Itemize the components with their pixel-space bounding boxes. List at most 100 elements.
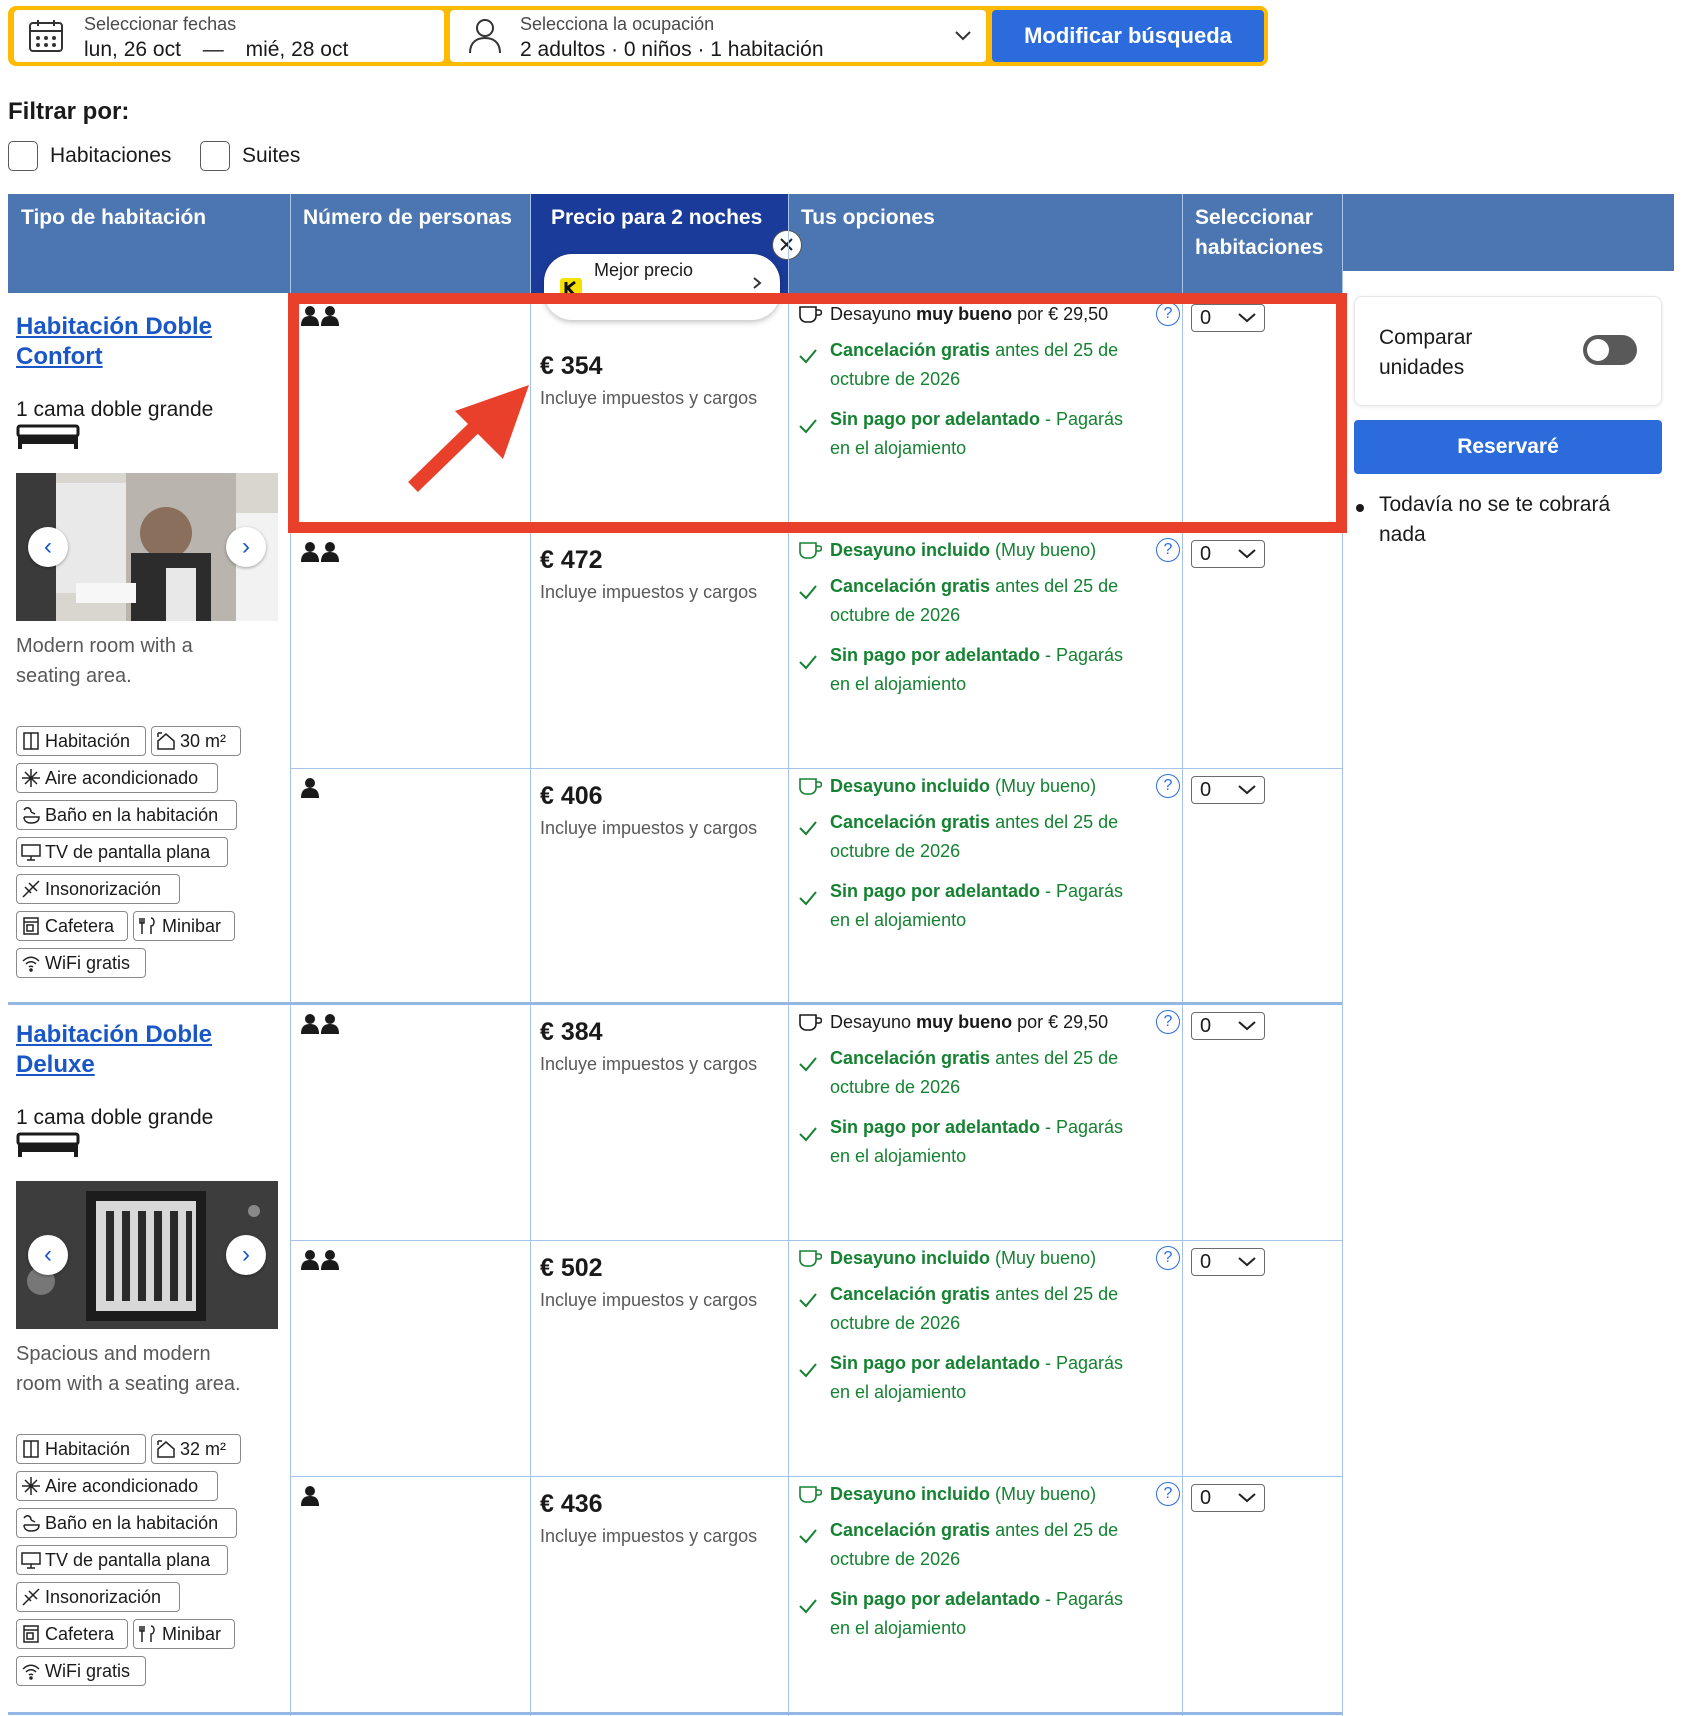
chevron-left-icon[interactable]: ‹ <box>28 1235 68 1275</box>
filter-label-suites: Suites <box>242 144 301 167</box>
room-quantity-select[interactable]: 0 <box>1191 1248 1265 1276</box>
facility-free-wifi: WiFi gratis <box>16 948 146 978</box>
no-prepayment: Sin pago por adelantado - Pagarás en el a… <box>830 641 1123 699</box>
room-name-line-1[interactable]: Habitación Doble <box>16 1020 212 1050</box>
help-icon[interactable]: ? <box>1156 774 1180 798</box>
room-quantity-select[interactable]: 0 <box>1191 1484 1265 1512</box>
select-value: 0 <box>1200 1015 1212 1037</box>
compare-units-label: Comparar unidades <box>1379 323 1472 383</box>
breakfast-included: Desayuno incluido <box>830 540 991 560</box>
chevron-left-icon[interactable]: ‹ <box>28 527 68 567</box>
breakfast-included: Desayuno incluido <box>830 1248 991 1268</box>
double-bed-icon <box>16 424 80 450</box>
note-line-1: Todavía no se te cobrará <box>1379 493 1611 516</box>
room-photo[interactable]: ‹ › <box>16 473 278 621</box>
room-name-line-2[interactable]: Confort <box>16 342 212 372</box>
nopay-bold: Sin pago por adelantado <box>830 1589 1041 1609</box>
cancel-line-2: octubre de 2026 <box>830 605 961 625</box>
person-icon <box>321 1250 339 1270</box>
chevron-right-icon[interactable]: › <box>226 527 266 567</box>
chevron-down-icon <box>1238 1493 1256 1503</box>
header-persons: Número de personas <box>303 206 512 229</box>
minibar-icon <box>138 1624 162 1644</box>
help-icon[interactable]: ? <box>1156 538 1180 562</box>
facility-soundproofing: Insonorización <box>16 874 180 904</box>
facility-minibar: Minibar <box>133 1619 235 1649</box>
no-prepayment: Sin pago por adelantado - Pagarás en el a… <box>830 877 1123 935</box>
breakfast-quality: (Muy bueno) <box>990 776 1097 796</box>
modify-search-button[interactable]: Modificar búsqueda <box>992 10 1264 62</box>
occupancy-selector[interactable]: Selecciona la ocupación 2 adultos · 0 ni… <box>450 10 986 62</box>
person-icon <box>301 778 319 798</box>
date-selector[interactable]: Seleccionar fechas lun, 26 oct — mié, 28… <box>14 10 444 62</box>
one-person-icon <box>301 1486 319 1506</box>
chevron-down-icon <box>1238 1257 1256 1267</box>
no-prepayment: Sin pago por adelantado - Pagarás en el a… <box>830 1349 1123 1407</box>
chevron-down-icon <box>1238 785 1256 795</box>
facility-label: Insonorización <box>45 1586 162 1607</box>
header-room-type: Tipo de habitación <box>21 206 207 229</box>
compare-toggle[interactable] <box>1583 335 1637 365</box>
room-group-divider <box>8 1712 1342 1715</box>
select-value: 0 <box>1200 1487 1212 1509</box>
breakfast-quality: (Muy bueno) <box>990 540 1097 560</box>
coffee-machine-icon <box>21 916 45 936</box>
facility-label: Baño en la habitación <box>45 804 219 825</box>
room-photo[interactable]: ‹ › <box>16 1181 278 1329</box>
soundproofing-icon <box>21 1587 45 1607</box>
price: € 436 <box>540 1490 603 1518</box>
row-divider <box>290 768 1342 769</box>
free-cancellation: Cancelación gratis antes del 25 de octubr… <box>830 1280 1118 1338</box>
breakfast-quality: muy bueno <box>916 1012 1013 1032</box>
help-icon[interactable]: ? <box>1156 1482 1180 1506</box>
nopay-rest: - Pagarás <box>1040 881 1124 901</box>
room-name-line-2[interactable]: Deluxe <box>16 1050 212 1080</box>
compare-line-2: unidades <box>1379 356 1465 379</box>
red-arrow-icon <box>405 385 535 495</box>
cancel-line-2: octubre de 2026 <box>830 841 961 861</box>
compare-line-1: Comparar <box>1379 326 1473 349</box>
chevron-right-icon[interactable]: › <box>226 1235 266 1275</box>
nopay-line-1: Sin pago por adelantado - Pagarás <box>830 641 1123 670</box>
header-options: Tus opciones <box>801 206 935 229</box>
checkbox-rooms[interactable] <box>8 141 38 171</box>
facility-label: TV de pantalla plana <box>45 1549 211 1570</box>
nopay-line-1: Sin pago por adelantado - Pagarás <box>830 1349 1123 1378</box>
room-quantity-select[interactable]: 0 <box>1191 1012 1265 1040</box>
room-name-line-1[interactable]: Habitación Doble <box>16 312 212 342</box>
room-quantity-select[interactable]: 0 <box>1191 540 1265 568</box>
person-icon <box>321 542 339 562</box>
room-name-link[interactable]: Habitación Doble Deluxe <box>16 1020 212 1080</box>
help-icon[interactable]: ? <box>1156 1246 1180 1270</box>
private-bathroom-icon <box>21 805 45 825</box>
facility-label: 30 m² <box>180 730 227 751</box>
facility-label: Baño en la habitación <box>45 1512 219 1533</box>
facility-size: 30 m² <box>151 726 241 756</box>
occupancy-label: Selecciona la ocupación <box>520 14 715 34</box>
coffee-icon <box>798 1012 822 1032</box>
price: € 384 <box>540 1018 603 1046</box>
cancel-line-1: Cancelación gratis antes del 25 de <box>830 572 1118 601</box>
help-icon[interactable]: ? <box>1156 1010 1180 1034</box>
header-select: Seleccionar habitaciones <box>1195 206 1324 259</box>
facility-flat-tv: TV de pantalla plana <box>16 837 228 867</box>
checkbox-suites[interactable] <box>200 141 230 171</box>
check-icon <box>798 1056 818 1072</box>
facility-flat-tv: TV de pantalla plana <box>16 1545 228 1575</box>
nopay-bold: Sin pago por adelantado <box>830 881 1041 901</box>
cancel-line-2: octubre de 2026 <box>830 1549 961 1569</box>
facility-coffee-machine: Cafetera <box>16 1619 128 1649</box>
cancel-bold: Cancelación gratis <box>830 1284 991 1304</box>
close-icon[interactable] <box>772 230 802 260</box>
reserve-button[interactable]: Reservaré <box>1354 420 1662 474</box>
flat-tv-icon <box>21 1550 45 1570</box>
room-quantity-select[interactable]: 0 <box>1191 776 1265 804</box>
header-price: Precio para 2 noches <box>551 206 763 229</box>
nopay-line-2: en el alojamiento <box>830 674 967 694</box>
cancel-rest: antes del 25 de <box>990 1048 1119 1068</box>
two-persons-icon <box>301 1250 339 1270</box>
nopay-rest: - Pagarás <box>1040 1589 1124 1609</box>
room-name-link[interactable]: Habitación Doble Confort <box>16 312 212 372</box>
room-group-divider <box>8 1002 1342 1005</box>
no-prepayment: Sin pago por adelantado - Pagarás en el a… <box>830 1113 1123 1171</box>
